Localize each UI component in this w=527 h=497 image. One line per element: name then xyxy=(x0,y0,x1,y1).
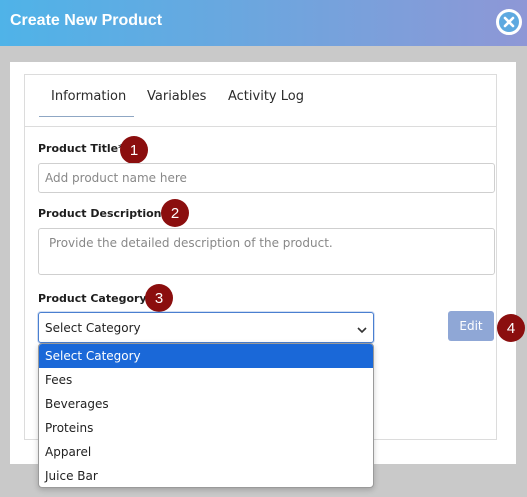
product-title-label: Product Title* xyxy=(38,142,124,155)
category-dropdown-list: Select Category Fees Beverages Proteins … xyxy=(38,343,374,488)
product-description-placeholder: Provide the detailed description of the … xyxy=(49,236,333,250)
product-description-label: Product Description* xyxy=(38,207,168,220)
product-category-label: Product Category xyxy=(38,292,147,305)
close-button[interactable] xyxy=(496,9,522,35)
category-option-proteins[interactable]: Proteins xyxy=(39,416,373,440)
tab-information[interactable]: Information xyxy=(51,89,126,104)
modal-title: Create New Product xyxy=(10,12,163,29)
product-description-textarea[interactable]: Provide the detailed description of the … xyxy=(38,228,495,275)
category-option-select-category[interactable]: Select Category xyxy=(39,344,373,368)
active-tab-indicator xyxy=(39,116,134,117)
step-badge-4: 4 xyxy=(497,314,525,342)
tab-variables[interactable]: Variables xyxy=(147,89,206,104)
product-title-input[interactable]: Add product name here xyxy=(38,163,495,193)
category-selected-value: Select Category xyxy=(45,320,141,335)
product-title-placeholder: Add product name here xyxy=(45,171,187,185)
modal-header: Create New Product xyxy=(0,0,527,46)
category-option-juice-bar[interactable]: Juice Bar xyxy=(39,464,373,487)
product-category-select[interactable]: Select Category xyxy=(38,312,374,343)
category-option-beverages[interactable]: Beverages xyxy=(39,392,373,416)
tab-bar: Information Variables Activity Log xyxy=(25,75,496,127)
step-badge-3: 3 xyxy=(145,284,173,312)
step-badge-2: 2 xyxy=(161,199,189,227)
step-badge-1: 1 xyxy=(120,136,148,164)
edit-button[interactable]: Edit xyxy=(448,311,494,341)
tab-activity-log[interactable]: Activity Log xyxy=(228,89,304,104)
category-option-apparel[interactable]: Apparel xyxy=(39,440,373,464)
category-option-fees[interactable]: Fees xyxy=(39,368,373,392)
close-icon xyxy=(498,11,520,33)
chevron-down-icon xyxy=(357,323,367,337)
